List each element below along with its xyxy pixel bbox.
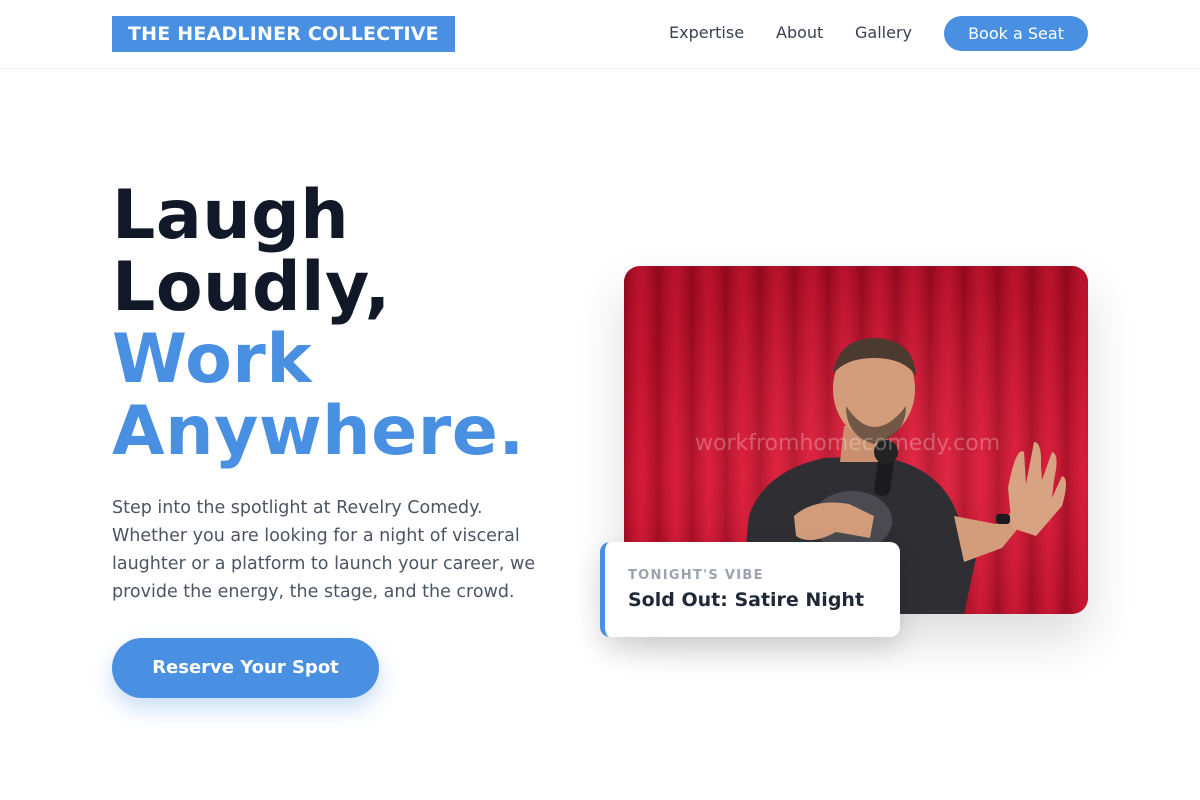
reserve-spot-button[interactable]: Reserve Your Spot	[112, 638, 379, 698]
tonights-vibe-card: TONIGHT'S VIBE Sold Out: Satire Night	[600, 542, 900, 637]
book-seat-button[interactable]: Book a Seat	[944, 16, 1088, 51]
hero-title-line-1: Laugh	[112, 176, 350, 255]
vibe-title: Sold Out: Satire Night	[628, 589, 865, 611]
photo-watermark: workfromhomecomedy.com	[695, 431, 1000, 456]
brand-logo[interactable]: THE HEADLINER COLLECTIVE	[112, 16, 455, 52]
hero-title-line-3: Work	[112, 320, 313, 399]
hero-description: Step into the spotlight at Revelry Comed…	[112, 498, 536, 602]
hero-title-line-4: Anywhere.	[112, 392, 525, 471]
nav-link-about[interactable]: About	[776, 22, 823, 44]
hero-title-line-2: Loudly,	[112, 248, 391, 327]
hero-title: Laugh Loudly, Work Anywhere.	[112, 180, 525, 468]
top-nav: THE HEADLINER COLLECTIVE Expertise About…	[0, 0, 1200, 69]
nav-link-expertise[interactable]: Expertise	[669, 22, 744, 44]
vibe-label: TONIGHT'S VIBE	[628, 568, 764, 583]
nav-link-gallery[interactable]: Gallery	[855, 22, 912, 44]
